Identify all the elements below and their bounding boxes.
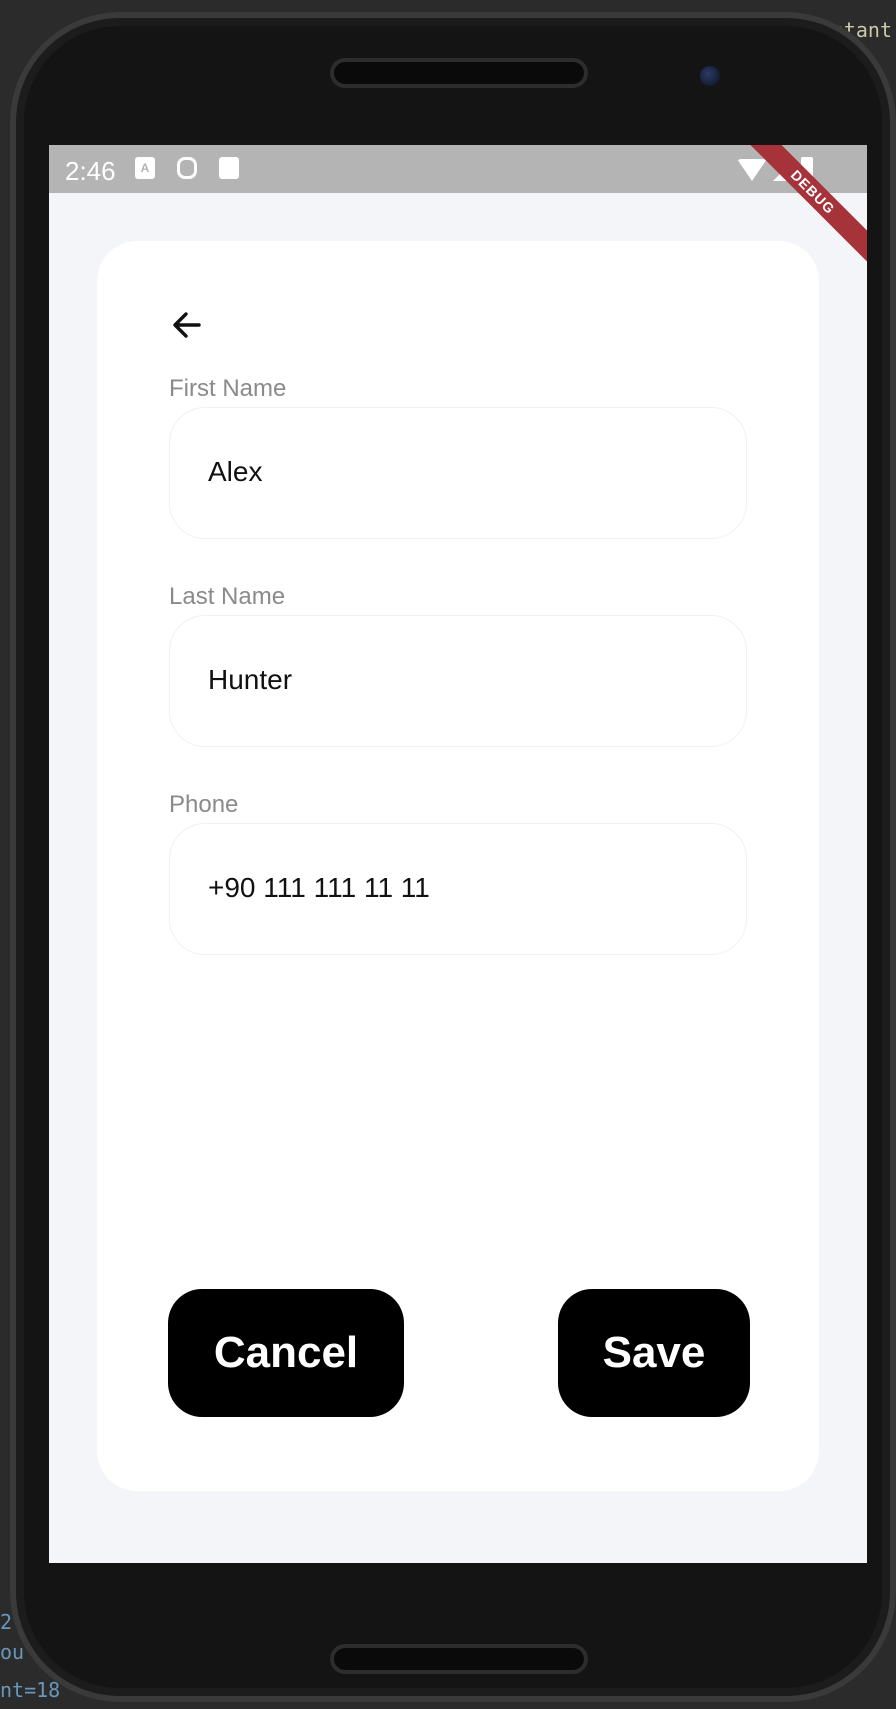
status-bar: 2:46 A xyxy=(49,145,867,193)
status-icons-left: A xyxy=(135,157,239,179)
phone-input[interactable] xyxy=(208,872,708,904)
phone-field[interactable] xyxy=(169,823,747,955)
earpiece-speaker xyxy=(330,58,588,88)
edit-contact-card: First Name Last Name Phone Cancel Save xyxy=(97,241,819,1491)
sd-card-icon xyxy=(219,157,239,179)
first-name-label: First Name xyxy=(169,375,287,402)
arrow-left-icon xyxy=(173,312,201,338)
last-name-label: Last Name xyxy=(169,583,286,610)
ide-code-fragment: ou xyxy=(0,1640,25,1664)
front-camera xyxy=(700,66,720,86)
first-name-field[interactable] xyxy=(169,407,747,539)
last-name-input[interactable] xyxy=(208,664,708,696)
keyboard-a-icon: A xyxy=(135,157,155,179)
phone-label: Phone xyxy=(169,791,239,818)
wifi-icon xyxy=(737,159,767,181)
save-button[interactable]: Save xyxy=(558,1289,750,1417)
cancel-button[interactable]: Cancel xyxy=(168,1289,404,1417)
first-name-input[interactable] xyxy=(208,456,708,488)
ide-code-fragment: 2 xyxy=(0,1610,13,1634)
ide-code-fragment: nt=18 xyxy=(0,1678,61,1702)
last-name-field[interactable] xyxy=(169,615,747,747)
back-button[interactable] xyxy=(165,303,209,347)
device-screen: 2:46 A DEBUG First Name Last Name Phone xyxy=(49,145,867,1563)
status-time: 2:46 xyxy=(65,156,116,186)
mouse-icon xyxy=(177,157,197,179)
bottom-speaker xyxy=(330,1644,588,1674)
